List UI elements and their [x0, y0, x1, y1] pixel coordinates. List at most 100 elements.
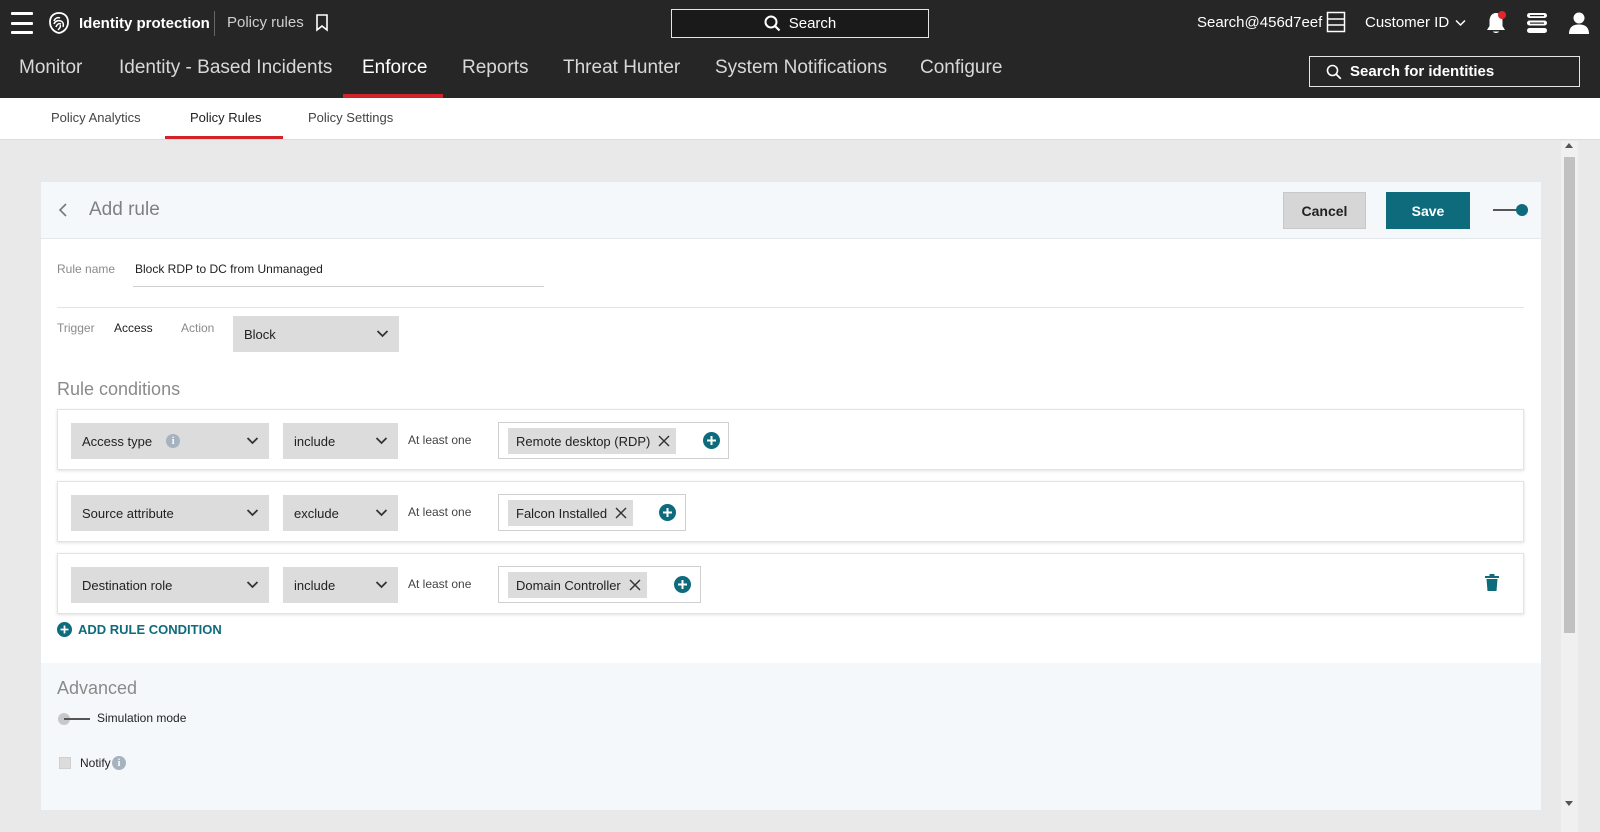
add-value-icon[interactable] [703, 432, 720, 449]
bookmark-icon[interactable] [315, 14, 329, 32]
advanced-section: Advanced Simulation mode Notify i [41, 663, 1541, 810]
tab-policy-settings[interactable]: Policy Settings [308, 110, 393, 125]
add-value-icon[interactable] [659, 504, 676, 521]
chevron-down-icon [246, 509, 259, 517]
close-icon[interactable] [629, 579, 641, 591]
condition-attribute-dropdown[interactable]: Source attribute [71, 495, 269, 531]
nav-reports[interactable]: Reports [462, 57, 529, 79]
simulation-mode-toggle[interactable] [58, 712, 92, 726]
condition-values-field[interactable]: Domain Controller [498, 566, 701, 603]
info-icon[interactable]: i [112, 756, 126, 770]
tab-active-indicator [165, 136, 283, 139]
search-icon [1326, 64, 1342, 79]
condition-values-field[interactable]: Falcon Installed [498, 494, 686, 531]
value-chip: Domain Controller [508, 572, 647, 598]
logo-icon [47, 11, 71, 35]
condition-attribute: Access type [82, 433, 153, 449]
plus-circle-icon [57, 622, 72, 637]
tab-policy-analytics[interactable]: Policy Analytics [51, 110, 141, 125]
condition-operator-dropdown[interactable]: include [283, 567, 398, 603]
condition-operator: include [294, 433, 336, 449]
nav-monitor[interactable]: Monitor [19, 57, 82, 79]
condition-operator: exclude [294, 505, 339, 521]
value-chip: Remote desktop (RDP) [508, 428, 677, 454]
chat-icon[interactable] [1526, 11, 1548, 35]
divider [214, 11, 215, 36]
sub-nav: Policy Analytics Policy Rules Policy Set… [0, 98, 1600, 140]
scroll-up-arrow-icon[interactable] [1565, 143, 1573, 148]
add-rule-condition-button[interactable]: ADD RULE CONDITION [57, 622, 222, 637]
close-icon[interactable] [658, 435, 670, 447]
scroll-thumb[interactable] [1564, 157, 1575, 633]
card-header: Add rule Cancel Save [41, 182, 1541, 239]
chevron-down-icon [1455, 19, 1466, 26]
divider [57, 307, 1524, 308]
nav-system-notifications[interactable]: System Notifications [715, 57, 887, 79]
identity-search-input[interactable]: Search for identities [1309, 56, 1580, 87]
trigger-label: Trigger [57, 321, 95, 335]
value-chip: Falcon Installed [508, 500, 634, 526]
condition-row: Destination role include At least one Do… [57, 553, 1524, 614]
condition-operator-dropdown[interactable]: exclude [283, 495, 398, 531]
scroll-down-arrow-icon[interactable] [1565, 801, 1573, 806]
condition-row: Source attribute exclude At least one Fa… [57, 481, 1524, 542]
simulation-mode-label: Simulation mode [97, 711, 187, 725]
condition-attribute-dropdown[interactable]: Access type i [71, 423, 269, 459]
customer-label: Customer ID [1365, 14, 1450, 31]
add-rule-condition-label: ADD RULE CONDITION [78, 622, 222, 637]
rule-name-input[interactable]: Block RDP to DC from Unmanaged [135, 262, 323, 276]
action-dropdown[interactable]: Block [233, 316, 399, 352]
tab-policy-rules[interactable]: Policy Rules [190, 110, 262, 125]
search-icon [764, 15, 781, 32]
search-label: Search [788, 15, 837, 32]
rule-name-underline [133, 286, 544, 287]
chevron-down-icon [376, 330, 389, 338]
cancel-button[interactable]: Cancel [1283, 192, 1366, 229]
chip-label: Falcon Installed [516, 505, 608, 521]
page-title: Add rule [89, 199, 160, 220]
notify-label: Notify [80, 756, 111, 770]
action-label: Action [181, 321, 215, 335]
back-icon[interactable] [58, 202, 68, 218]
condition-match: At least one [408, 577, 472, 591]
breadcrumb: Policy rules [227, 14, 304, 31]
chevron-down-icon [375, 509, 388, 517]
customer-id-dropdown[interactable]: Customer ID [1365, 14, 1466, 31]
menu-icon[interactable] [10, 12, 34, 34]
trash-icon[interactable] [1485, 574, 1499, 591]
condition-match: At least one [408, 433, 472, 447]
chevron-down-icon [246, 581, 259, 589]
identity-search-label: Search for identities [1350, 63, 1495, 80]
server-icon[interactable] [1326, 11, 1346, 33]
condition-operator: include [294, 577, 336, 593]
add-value-icon[interactable] [674, 576, 691, 593]
condition-match: At least one [408, 505, 472, 519]
condition-attribute-dropdown[interactable]: Destination role [71, 567, 269, 603]
top-bar: Identity protection Policy rules Search … [0, 0, 1600, 47]
search-button[interactable]: Search [671, 9, 929, 38]
condition-values-field[interactable]: Remote desktop (RDP) [498, 422, 729, 459]
info-icon[interactable]: i [166, 434, 181, 448]
condition-operator-dropdown[interactable]: include [283, 423, 398, 459]
close-icon[interactable] [615, 507, 627, 519]
user-name: Search@456d7eef [1197, 14, 1323, 31]
condition-attribute: Destination role [82, 577, 173, 593]
condition-attribute: Source attribute [82, 505, 174, 521]
chevron-down-icon [246, 437, 259, 445]
nav-threat-hunter[interactable]: Threat Hunter [563, 57, 680, 79]
nav-configure[interactable]: Configure [920, 57, 1002, 79]
rule-enabled-toggle[interactable] [1493, 202, 1528, 218]
rule-name-label: Rule name [57, 262, 116, 276]
nav-identity-based-incidents[interactable]: Identity - Based Incidents [119, 57, 332, 79]
rule-conditions-title: Rule conditions [57, 379, 181, 399]
notify-checkbox[interactable] [59, 757, 71, 769]
notification-dot [1498, 11, 1506, 19]
user-icon[interactable] [1568, 11, 1590, 35]
chip-label: Remote desktop (RDP) [516, 433, 651, 449]
scrollbar[interactable] [1561, 141, 1578, 832]
main-nav: Monitor Identity - Based Incidents Enfor… [0, 47, 1600, 98]
save-button[interactable]: Save [1386, 192, 1470, 229]
add-rule-card: Add rule Cancel Save Rule name Block RDP… [41, 182, 1541, 810]
condition-row: Access type i include At least one Remot… [57, 409, 1524, 470]
nav-enforce[interactable]: Enforce [362, 57, 427, 79]
